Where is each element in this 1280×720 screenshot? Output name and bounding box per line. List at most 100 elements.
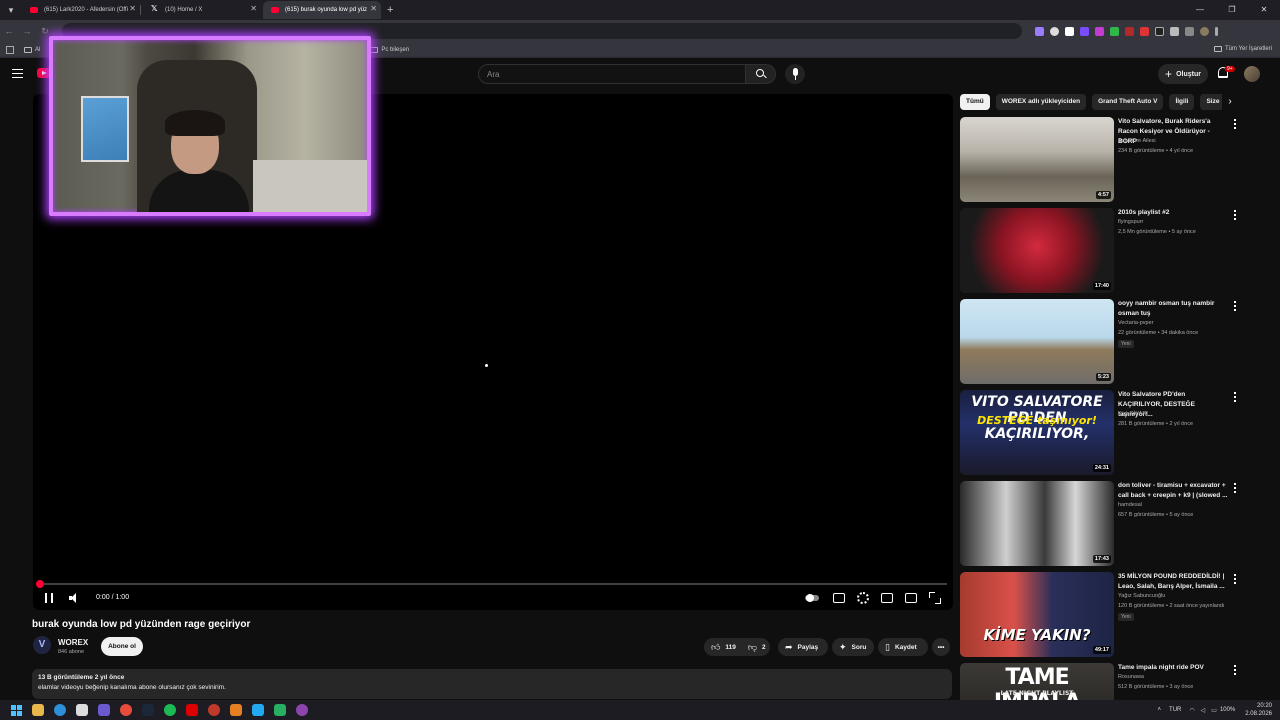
ask-button[interactable]: ✦ Soru bbox=[832, 638, 874, 656]
recommendation-item[interactable]: 4:57 Vito Salvatore, Burak Riders'a Raco… bbox=[960, 117, 1242, 208]
volume-icon[interactable] bbox=[69, 593, 79, 603]
recommendation-title[interactable]: 35 MİLYON POUND REDDEDİLDİ! | Leao, Sala… bbox=[1118, 572, 1230, 592]
app-icon[interactable] bbox=[186, 704, 198, 716]
puzzle-icon[interactable] bbox=[1170, 26, 1179, 36]
windows-start-icon[interactable] bbox=[11, 704, 22, 716]
maximize-button[interactable]: ❐ bbox=[1216, 0, 1248, 20]
extension-icon[interactable] bbox=[1035, 26, 1044, 36]
window-close-button[interactable]: ✕ bbox=[1248, 0, 1280, 20]
extension-icon[interactable] bbox=[1155, 26, 1164, 36]
forward-button[interactable]: → bbox=[18, 26, 36, 36]
tab-search-icon[interactable]: ▾ bbox=[2, 1, 20, 19]
tab-lark[interactable]: (615) Lark2020 - Afedersin (Offi ✕ bbox=[22, 1, 140, 19]
app-icon[interactable] bbox=[230, 704, 242, 716]
more-actions-button[interactable]: ••• bbox=[932, 638, 950, 656]
recommendation-channel[interactable]: Rosunawa bbox=[1118, 674, 1144, 680]
extension-icon[interactable] bbox=[1140, 26, 1149, 36]
apps-grid-icon[interactable] bbox=[6, 45, 14, 54]
settings-gear-icon[interactable] bbox=[857, 592, 869, 604]
recommendation-item[interactable]: KİME YAKIN? 49:17 35 MİLYON POUND REDDED… bbox=[960, 572, 1242, 663]
video-thumbnail[interactable]: 4:57 bbox=[960, 117, 1114, 202]
more-vert-icon[interactable] bbox=[1234, 301, 1236, 311]
back-button[interactable]: ← bbox=[0, 26, 18, 36]
file-explorer-icon[interactable] bbox=[32, 704, 44, 716]
recommendation-title[interactable]: Tame impala night ride POV bbox=[1118, 663, 1230, 673]
more-vert-icon[interactable] bbox=[1234, 483, 1236, 493]
recommendation-title[interactable]: don toliver - tiramisu + excavator + cal… bbox=[1118, 481, 1230, 501]
clock[interactable]: 20:20 2.08.2026 bbox=[1245, 702, 1272, 718]
menu-icon[interactable] bbox=[12, 69, 23, 78]
pause-icon[interactable] bbox=[45, 593, 53, 603]
like-count[interactable]: 119 bbox=[725, 644, 736, 651]
fullscreen-icon[interactable] bbox=[929, 592, 941, 604]
bookmark-folder[interactable]: Al bbox=[24, 46, 40, 53]
autoplay-toggle-icon[interactable] bbox=[805, 592, 821, 604]
scrubber-handle[interactable] bbox=[36, 580, 44, 588]
reload-button[interactable]: ↻ bbox=[36, 26, 54, 37]
recommendation-channel[interactable]: hamdesal bbox=[1118, 502, 1142, 508]
miniplayer-icon[interactable] bbox=[881, 593, 893, 603]
close-icon[interactable]: ✕ bbox=[370, 4, 377, 13]
battery-icon[interactable]: ▭ bbox=[1211, 707, 1217, 714]
cast-icon[interactable] bbox=[905, 593, 917, 603]
recommendation-item[interactable]: 5:23 ooyy nambir osman tuş nambir osman … bbox=[960, 299, 1242, 390]
steam-icon[interactable] bbox=[142, 704, 154, 716]
more-vert-icon[interactable] bbox=[1234, 665, 1236, 675]
chip-gta-v[interactable]: Grand Theft Auto V bbox=[1092, 94, 1164, 110]
discord-icon[interactable] bbox=[98, 704, 110, 716]
channel-name[interactable]: WOREX bbox=[58, 638, 88, 647]
channel-avatar[interactable]: V bbox=[33, 636, 51, 654]
search-input[interactable]: Ara bbox=[478, 64, 746, 84]
bookmark-star-icon[interactable] bbox=[1050, 26, 1059, 36]
recommendation-item[interactable]: 17:43 don toliver - tiramisu + excavator… bbox=[960, 481, 1242, 572]
search-button[interactable] bbox=[746, 64, 776, 84]
tab-current-video[interactable]: (615) burak oyunda low pd yüz ✕ bbox=[263, 1, 381, 19]
more-vert-icon[interactable] bbox=[1234, 574, 1236, 584]
voice-search-icon[interactable] bbox=[785, 64, 805, 84]
extension-icon[interactable] bbox=[1095, 26, 1104, 36]
all-bookmarks[interactable]: Tüm Yer İşaretleri bbox=[1213, 46, 1272, 52]
video-thumbnail[interactable]: 5:23 bbox=[960, 299, 1114, 384]
subscribe-button[interactable]: Abone ol bbox=[101, 637, 143, 656]
tab-x-home[interactable]: 𝕏 (10) Home / X ✕ bbox=[143, 1, 261, 19]
extension-icon[interactable] bbox=[1065, 26, 1074, 36]
close-icon[interactable]: ✕ bbox=[129, 4, 136, 13]
app-icon[interactable] bbox=[274, 704, 286, 716]
recommendation-item[interactable]: 17:40 2010s playlist #2 flyingspurr 2,5 … bbox=[960, 208, 1242, 299]
recommendation-title[interactable]: 2010s playlist #2 bbox=[1118, 208, 1230, 218]
account-avatar[interactable] bbox=[1244, 66, 1260, 82]
chevron-up-icon[interactable]: ˄ bbox=[1158, 707, 1162, 713]
profile-icon[interactable] bbox=[1200, 26, 1209, 36]
chip-related[interactable]: İlgili bbox=[1169, 94, 1195, 110]
recommendation-channel[interactable]: Kick DİYARI bbox=[1118, 411, 1148, 417]
volume-icon[interactable]: ◁ bbox=[1201, 707, 1206, 714]
recommendation-channel[interactable]: Vectaria-pvper bbox=[1118, 320, 1153, 326]
more-vert-icon[interactable] bbox=[1234, 392, 1236, 402]
video-thumbnail[interactable]: KİME YAKIN? 49:17 bbox=[960, 572, 1114, 657]
chrome-icon[interactable] bbox=[120, 704, 132, 716]
recommendation-channel[interactable]: Yağız Sabuncuoğlu bbox=[1118, 593, 1165, 599]
recommendation-title[interactable]: ooyy nambir osman tuş nambir osman tuş bbox=[1118, 299, 1230, 319]
close-icon[interactable]: ✕ bbox=[250, 4, 257, 13]
dislike-count[interactable]: 2 bbox=[762, 644, 766, 651]
recommendation-channel[interactable]: flyingspurr bbox=[1118, 219, 1143, 225]
new-tab-button[interactable]: + bbox=[387, 4, 393, 16]
opera-icon[interactable] bbox=[208, 704, 220, 716]
thumbs-down-icon[interactable]: 👎︎ bbox=[748, 642, 757, 653]
extension-icon[interactable] bbox=[1080, 26, 1089, 36]
vscode-icon[interactable] bbox=[252, 704, 264, 716]
save-button[interactable]: ▯ Kaydet bbox=[878, 638, 928, 656]
chevron-right-icon[interactable]: › bbox=[1222, 94, 1238, 110]
wifi-icon[interactable]: ◠ bbox=[1189, 707, 1194, 714]
extension-icon[interactable] bbox=[1125, 26, 1134, 36]
app-icon[interactable] bbox=[296, 704, 308, 716]
video-thumbnail[interactable]: 17:40 bbox=[960, 208, 1114, 293]
chip-all[interactable]: Tümü bbox=[960, 94, 990, 110]
recommendation-item[interactable]: VITO SALVATORE PD'DEN KAÇIRILIYOR, DESTE… bbox=[960, 390, 1242, 481]
chip-from-uploader[interactable]: WOREX adlı yükleyiciden bbox=[995, 94, 1087, 110]
share-button[interactable]: ➦ Paylaş bbox=[778, 638, 828, 656]
bookmark-folder[interactable]: Pc bileşen bbox=[370, 46, 409, 53]
store-icon[interactable] bbox=[76, 704, 88, 716]
minimize-button[interactable]: — bbox=[1184, 0, 1216, 20]
video-thumbnail[interactable]: VITO SALVATORE PD'DEN KAÇIRILIYOR, DESTE… bbox=[960, 390, 1114, 475]
